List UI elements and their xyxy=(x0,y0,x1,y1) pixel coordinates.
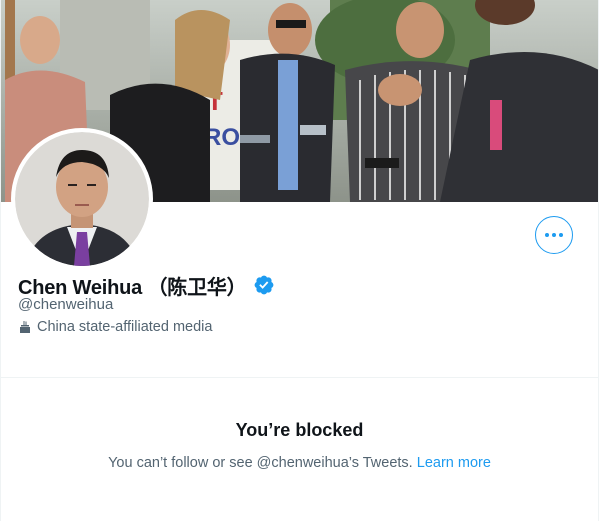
section-divider xyxy=(0,377,599,378)
profile-page: IS AT PRO xyxy=(0,0,599,521)
podium-icon xyxy=(20,321,30,333)
verified-badge-icon[interactable] xyxy=(253,274,275,296)
profile-avatar[interactable] xyxy=(11,128,153,270)
column-border-left xyxy=(0,0,1,521)
more-options-button[interactable] xyxy=(535,216,573,254)
profile-name-row: Chen Weihua （陈卫华） xyxy=(18,272,275,299)
blocked-title: You’re blocked xyxy=(235,420,364,440)
more-dots-icon xyxy=(545,233,563,237)
state-affiliated-label[interactable]: China state-affiliated media xyxy=(18,319,212,335)
profile-handle: @chenweihua xyxy=(18,296,114,313)
state-affiliated-text: China state-affiliated media xyxy=(37,319,213,335)
blocked-message: You can’t follow or see @chenweihua’s Tw… xyxy=(0,455,599,471)
learn-more-link[interactable]: Learn more xyxy=(417,455,491,471)
blocked-message-text: You can’t follow or see @chenweihua’s Tw… xyxy=(108,455,413,471)
